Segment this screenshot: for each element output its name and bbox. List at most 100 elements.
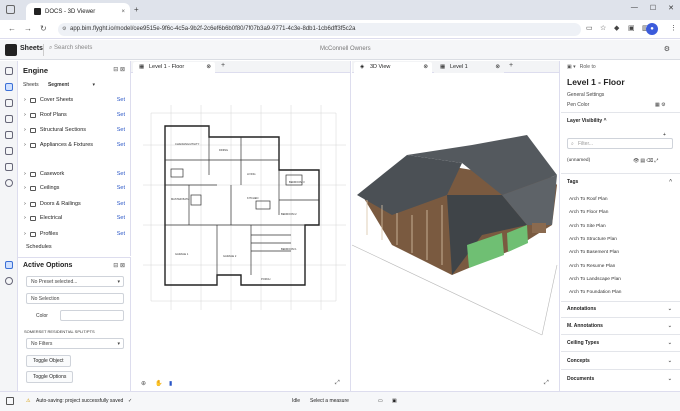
set-link[interactable]: Set [117,201,125,207]
annotations-header[interactable]: Annotations ⌄ [567,306,674,312]
tab-close-icon[interactable]: × [121,9,125,15]
extension-icon[interactable]: ◆ [614,24,619,32]
tag-item[interactable]: Arch To Resume Plan [569,264,615,269]
category-row[interactable]: › Doors & Railings Set [24,201,125,207]
zoom-icon[interactable]: ⊕ [141,380,146,387]
tab-3d-view[interactable]: ◈ 3D View ⊗ [354,62,432,73]
browser-tab[interactable]: DOCS - 3D Viewer × [26,3,130,20]
minimize-icon[interactable]: — [631,4,638,12]
tab-close-icon[interactable]: ⊗ [206,62,211,73]
tab-close-icon[interactable]: ⊗ [423,62,428,73]
category-row[interactable]: › Roof Plans Set [24,112,125,118]
3d-model-render[interactable] [352,75,560,375]
image-icon[interactable]: ▣ [392,398,397,404]
app-logo-icon[interactable] [5,44,17,56]
category-row[interactable]: › Profiles Set [24,231,125,237]
set-link[interactable]: Set [117,171,125,177]
close-window-icon[interactable]: ✕ [668,4,674,12]
panel-controls-icon[interactable]: ⊟ ⊠ [113,66,125,73]
fullscreen-icon[interactable]: ⤢ [544,380,549,387]
pan-hand-icon[interactable]: ✋ [155,380,162,387]
category-row[interactable]: › Casework Set [24,171,125,177]
role-selector[interactable]: ▣ ▾ Role to [567,64,596,70]
ceiling-types-header[interactable]: Ceiling Types ⌄ [567,340,674,346]
filters-select[interactable]: No Filters ▾ [26,338,124,349]
tag-item[interactable]: Arch To Basement Plan [569,250,619,255]
tag-item[interactable]: Arch To Roof Plan [569,197,608,202]
tab-close-icon[interactable]: ⊗ [495,62,500,73]
color-field[interactable] [60,310,124,321]
engine-nav-icon[interactable] [5,83,13,91]
site-info-icon[interactable]: ⚙ [62,23,66,36]
grid-nav-icon[interactable] [5,131,13,139]
preset-select[interactable]: No Preset selected... ▾ [26,276,124,287]
sidebar-toggle-icon[interactable] [6,397,14,405]
tag-item[interactable]: Arch To Floor Plan [569,210,608,215]
measure-select[interactable]: Select a measure [310,398,349,404]
settings-icon[interactable]: ⚙ [664,45,670,53]
gear-nav-icon[interactable] [5,277,13,285]
tab-label: Level 1 [450,64,468,70]
tab-menu-icon[interactable] [6,5,15,14]
back-icon[interactable]: ← [8,24,16,33]
model-nav-icon[interactable] [5,115,13,123]
tag-item[interactable]: Arch To Site Plan [569,224,606,229]
new-tab-button[interactable]: + [134,5,139,14]
location-nav-icon[interactable] [5,179,13,187]
tag-item[interactable]: Arch To Landscape Plan [569,277,621,282]
search-input[interactable]: ⌕ Search sheets [49,45,92,52]
layer-actions-icons[interactable]: 👁 ▤ ⌫ ⤢ [633,158,658,164]
set-link[interactable]: Set [117,215,125,221]
chevron-down-icon: ⌄ [667,376,672,382]
comment-nav-icon[interactable] [5,147,13,155]
tab-level-1-floor[interactable]: ▦ Level 1 - Floor ⊗ [133,62,215,73]
set-link[interactable]: Set [117,185,125,191]
toggle-options-button[interactable]: Toggle Options [26,371,74,383]
layers-icon[interactable]: ▮ [169,380,172,387]
pen-color-icons[interactable]: ▦ ⚙ [655,102,666,108]
sheets-selector[interactable]: Sheets Segment ▾ [23,82,95,88]
add-tab-button[interactable]: + [509,62,513,69]
reload-icon[interactable]: ↻ [40,24,47,33]
tag-item[interactable]: Arch To Foundation Plan [569,290,621,295]
add-tab-button[interactable]: + [221,62,225,69]
panel-controls-icon[interactable]: ⊟ ⊠ [113,262,125,269]
set-link[interactable]: Set [117,112,125,118]
ruler-icon[interactable]: ▭ [378,398,383,404]
url-field[interactable]: ⚙ app.bim.flyght.io/model/cee9515e-9f6c-… [58,23,581,36]
bookmark-icon[interactable]: ☆ [600,24,606,32]
stack-nav-icon[interactable] [5,163,13,171]
filter-input[interactable]: ⌕ Filter... [567,138,673,149]
options-nav-icon[interactable] [5,261,13,269]
floor-plan-drawing[interactable]: CHANGING/UTILITY DINING BEDROOM 3 LIVING… [131,75,351,375]
set-link[interactable]: Set [117,97,125,103]
tag-item[interactable]: Arch To Structure Plan [569,237,617,242]
category-row[interactable]: › Electrical Set [24,215,125,221]
category-row[interactable]: › Structural Sections Set [24,127,125,133]
m-annotations-header[interactable]: M. Annotations ⌄ [567,323,674,329]
maximize-icon[interactable]: ☐ [650,4,656,12]
toggle-object-button[interactable]: Toggle Object [26,355,71,367]
sheets-nav-icon[interactable] [5,67,13,75]
layer-visibility-header[interactable]: Layer Visibility ^ [567,118,674,124]
fullscreen-icon[interactable]: ⤢ [335,380,340,387]
forward-icon[interactable]: → [24,24,32,33]
tab-level-1[interactable]: ▦ Level 1 ⊗ [434,62,504,73]
layers-nav-icon[interactable] [5,99,13,107]
documents-header[interactable]: Documents ⌄ [567,376,674,382]
set-link[interactable]: Set [117,231,125,237]
category-row[interactable]: › Appliances & Fixtures Set [24,142,125,148]
set-link[interactable]: Set [117,127,125,133]
profile-avatar[interactable]: ● [646,23,658,35]
browser-menu-icon[interactable]: ⋮ [670,24,677,32]
set-link[interactable]: Set [117,142,125,148]
category-row[interactable]: › Cover Sheets Set [24,97,125,103]
extensions-puzzle-icon[interactable]: ▣ [628,24,635,32]
breadcrumb[interactable]: McConnell Owners [320,46,371,52]
concepts-header[interactable]: Concepts ⌄ [567,358,674,364]
install-icon[interactable]: ▭ [586,24,593,32]
schedules-item[interactable]: Schedules [26,244,52,250]
selection-select[interactable]: No Selection [26,293,124,304]
tags-header[interactable]: Tags ^ [567,179,674,185]
category-row[interactable]: › Ceilings Set [24,185,125,191]
